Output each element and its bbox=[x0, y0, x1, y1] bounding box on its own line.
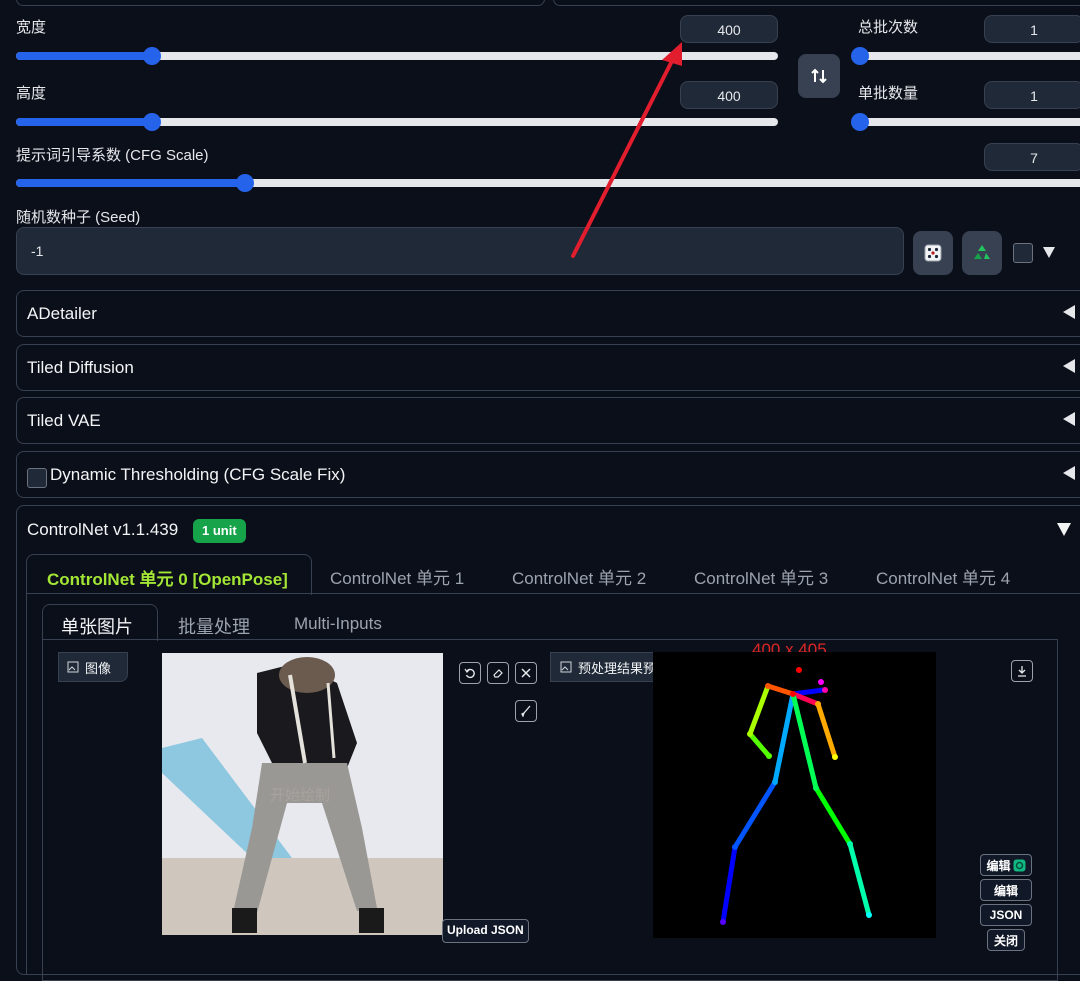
tiled-diffusion-accordion[interactable]: Tiled Diffusion bbox=[16, 344, 1080, 391]
adetailer-title: ADetailer bbox=[27, 304, 97, 323]
cfg-scale-input[interactable]: 7 bbox=[984, 143, 1080, 171]
tiled-vae-accordion[interactable]: Tiled VAE bbox=[16, 397, 1080, 444]
collapse-arrow-icon bbox=[1063, 359, 1075, 373]
cfg-scale-label: 提示词引导系数 (CFG Scale) bbox=[16, 147, 209, 164]
collapse-arrow-icon bbox=[1063, 305, 1075, 319]
batch-size-label: 单批数量 bbox=[858, 85, 919, 102]
seed-label: 随机数种子 (Seed) bbox=[16, 209, 141, 226]
clear-button[interactable] bbox=[515, 662, 537, 684]
adetailer-accordion[interactable]: ADetailer bbox=[16, 290, 1080, 337]
height-input[interactable]: 400 bbox=[680, 81, 778, 109]
eraser-icon bbox=[493, 669, 503, 678]
width-slider-thumb[interactable] bbox=[142, 47, 161, 65]
multi-inputs-tab[interactable]: Multi-Inputs bbox=[294, 614, 382, 634]
brush-icon bbox=[521, 705, 531, 717]
reuse-seed-button[interactable] bbox=[962, 231, 1002, 275]
brush-button[interactable] bbox=[515, 700, 537, 722]
close-button[interactable]: 关闭 bbox=[987, 929, 1025, 951]
start-drawing-hint: 开始绘制 bbox=[270, 787, 331, 804]
image-icon bbox=[560, 661, 572, 673]
extra-seed-dropdown-icon[interactable] bbox=[1043, 247, 1055, 258]
image-icon bbox=[67, 661, 79, 673]
erase-button[interactable] bbox=[487, 662, 509, 684]
width-label: 宽度 bbox=[16, 19, 47, 36]
batch-count-label: 总批次数 bbox=[858, 19, 919, 36]
controlnet-unit-tab-0[interactable]: ControlNet 单元 0 [OpenPose] bbox=[26, 554, 312, 595]
batch-count-slider[interactable] bbox=[851, 47, 1080, 65]
upload-json-button[interactable]: Upload JSON bbox=[442, 919, 529, 943]
edit-button[interactable]: 编辑 bbox=[980, 879, 1032, 901]
cfg-scale-slider-thumb[interactable] bbox=[235, 174, 254, 192]
json-button[interactable]: JSON bbox=[980, 904, 1032, 926]
edit-label: 编辑 bbox=[986, 858, 1011, 873]
top-input-edge-left bbox=[16, 0, 545, 6]
image-label-text: 图像 bbox=[85, 660, 112, 676]
height-slider-thumb[interactable] bbox=[142, 113, 161, 131]
controlnet-unit-tab-1[interactable]: ControlNet 单元 1 bbox=[330, 564, 464, 589]
dice-icon bbox=[924, 244, 942, 262]
seed-input[interactable]: -1 bbox=[16, 227, 904, 275]
controlnet-unit-tab-4[interactable]: ControlNet 单元 4 bbox=[876, 564, 1010, 589]
batch-count-input[interactable]: 1 bbox=[984, 15, 1080, 43]
batch-size-input[interactable]: 1 bbox=[984, 81, 1080, 109]
height-label: 高度 bbox=[16, 85, 47, 102]
batch-count-slider-thumb[interactable] bbox=[851, 47, 869, 65]
batch-tab[interactable]: 批量处理 bbox=[178, 613, 250, 639]
recycle-icon bbox=[974, 245, 990, 259]
dynamic-thresholding-checkbox[interactable] bbox=[27, 468, 47, 488]
cfg-scale-slider[interactable] bbox=[16, 174, 1080, 192]
tiled-diffusion-title: Tiled Diffusion bbox=[27, 358, 134, 377]
height-slider[interactable] bbox=[16, 113, 778, 131]
undo-icon bbox=[464, 668, 475, 679]
top-input-edge-right bbox=[553, 0, 1080, 6]
controlnet-unit-badge: 1 unit bbox=[193, 519, 246, 543]
width-input[interactable]: 400 bbox=[680, 15, 778, 43]
tab-label: 单张图片 bbox=[61, 617, 133, 637]
extra-seed-checkbox[interactable] bbox=[1013, 243, 1033, 263]
swap-dimensions-button[interactable] bbox=[798, 54, 840, 98]
width-slider[interactable] bbox=[16, 47, 778, 65]
expand-arrow-icon[interactable] bbox=[1057, 523, 1071, 536]
swap-icon bbox=[811, 68, 827, 84]
controlnet-unit-tab-2[interactable]: ControlNet 单元 2 bbox=[512, 564, 646, 589]
image-upload-label: 图像 bbox=[58, 652, 128, 682]
download-button[interactable] bbox=[1011, 660, 1033, 682]
edit-openpose-button[interactable]: 编辑 bbox=[980, 854, 1032, 876]
download-icon bbox=[1018, 666, 1026, 677]
openpose-editor-icon bbox=[1013, 859, 1025, 871]
dynamic-thresholding-accordion[interactable]: Dynamic Thresholding (CFG Scale Fix) bbox=[16, 451, 1080, 498]
single-image-tab[interactable]: 单张图片 bbox=[42, 604, 158, 641]
close-icon bbox=[521, 668, 531, 678]
batch-size-slider[interactable] bbox=[851, 113, 1080, 131]
collapse-arrow-icon bbox=[1063, 412, 1075, 426]
tab-label: ControlNet 单元 0 [OpenPose] bbox=[47, 570, 288, 589]
dynamic-thresholding-title: Dynamic Thresholding (CFG Scale Fix) bbox=[50, 465, 346, 484]
controlnet-title: ControlNet v1.1.439 bbox=[27, 520, 179, 539]
undo-button[interactable] bbox=[459, 662, 481, 684]
controlnet-unit-tab-3[interactable]: ControlNet 单元 3 bbox=[694, 564, 828, 589]
random-seed-button[interactable] bbox=[913, 231, 953, 275]
pose-preview-image bbox=[653, 652, 936, 938]
tiled-vae-title: Tiled VAE bbox=[27, 411, 101, 430]
collapse-arrow-icon bbox=[1063, 466, 1075, 480]
batch-size-slider-thumb[interactable] bbox=[851, 113, 869, 131]
